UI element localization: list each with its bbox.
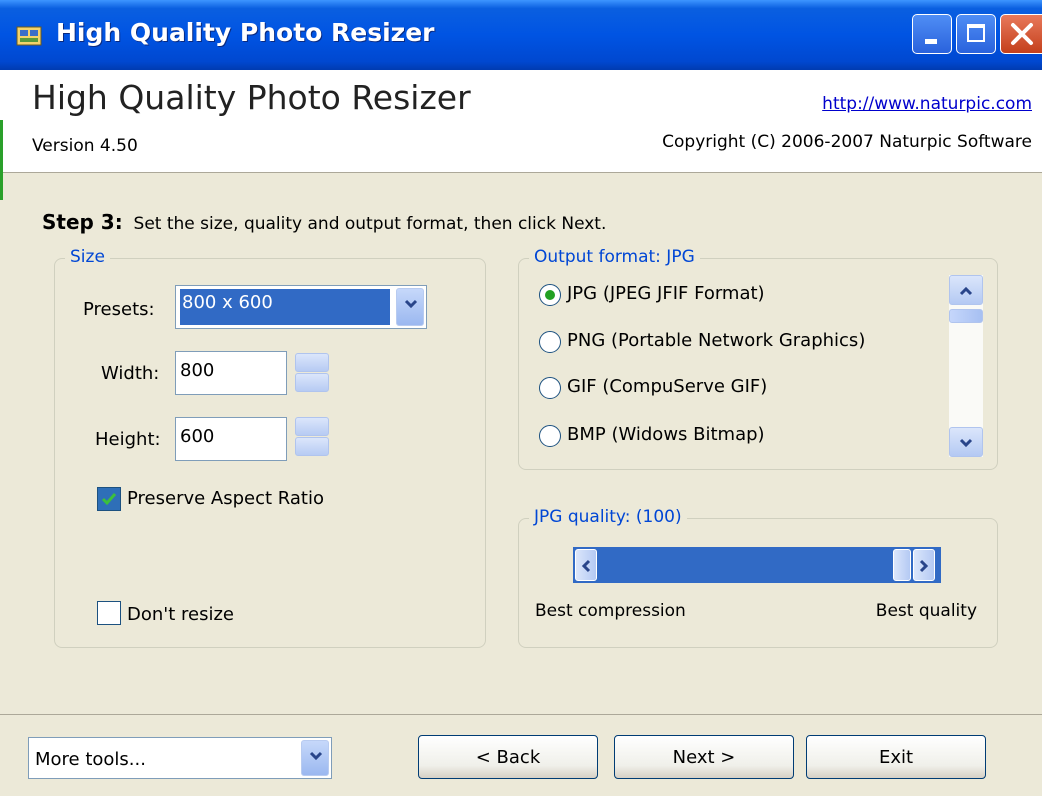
- format-radio-bmp[interactable]: [539, 425, 561, 447]
- dont-resize-label[interactable]: Don't resize: [127, 604, 234, 625]
- title-bar[interactable]: High Quality Photo Resizer: [0, 0, 1042, 70]
- scroll-up-button[interactable]: [949, 275, 983, 305]
- height-decrease-button[interactable]: [295, 437, 329, 456]
- step-instruction: Step 3: Set the size, quality and output…: [42, 210, 606, 234]
- format-list-scrollbar[interactable]: [949, 275, 983, 457]
- checkmark-icon: [101, 493, 117, 506]
- width-input[interactable]: 800: [175, 351, 287, 395]
- format-radio-gif[interactable]: [539, 377, 561, 399]
- step-label: Step 3:: [42, 210, 123, 234]
- more-tools-dropdown[interactable]: More tools...: [28, 737, 332, 779]
- format-label-gif[interactable]: GIF (CompuServe GIF): [567, 376, 767, 397]
- height-label: Height:: [95, 429, 161, 450]
- footer-bar: More tools... < Back Next > Exit: [0, 714, 1042, 796]
- height-input[interactable]: 600: [175, 417, 287, 461]
- more-tools-dropdown-arrow[interactable]: [301, 740, 329, 776]
- preserve-aspect-label[interactable]: Preserve Aspect Ratio: [127, 488, 324, 509]
- website-link[interactable]: http://www.naturpic.com: [822, 94, 1032, 114]
- format-label-jpg[interactable]: JPG (JPEG JFIF Format): [567, 283, 765, 304]
- back-button[interactable]: < Back: [418, 735, 598, 779]
- exit-button[interactable]: Exit: [806, 735, 986, 779]
- jpg-quality-slider[interactable]: [573, 547, 941, 583]
- slider-left-button[interactable]: [575, 549, 597, 581]
- next-button[interactable]: Next >: [614, 735, 794, 779]
- maximize-button[interactable]: [956, 14, 996, 54]
- width-increase-button[interactable]: [295, 353, 329, 372]
- best-quality-label: Best quality: [875, 601, 977, 621]
- jpg-quality-group: JPG quality: (100) Best compression Best…: [518, 507, 998, 648]
- scroll-thumb[interactable]: [949, 309, 983, 323]
- minimize-button[interactable]: [912, 14, 952, 54]
- step-text: Set the size, quality and output format,…: [133, 214, 607, 234]
- format-radio-jpg[interactable]: [539, 284, 561, 306]
- size-group: Size Presets: 800 x 600 Width: 800 Heigh…: [54, 247, 486, 648]
- best-compression-label: Best compression: [535, 601, 686, 621]
- presets-dropdown[interactable]: 800 x 600: [175, 285, 427, 329]
- window-edge-decoration: [0, 120, 3, 200]
- slider-thumb[interactable]: [893, 549, 911, 581]
- slider-right-button[interactable]: [913, 549, 935, 581]
- header-banner: High Quality Photo Resizer Version 4.50 …: [0, 70, 1042, 173]
- height-increase-button[interactable]: [295, 417, 329, 436]
- size-group-legend: Size: [65, 247, 110, 267]
- scroll-down-button[interactable]: [949, 427, 983, 457]
- preserve-aspect-checkbox[interactable]: [97, 487, 121, 511]
- chevron-down-icon: [959, 438, 973, 448]
- chevron-down-icon: [404, 299, 418, 309]
- chevron-right-icon: [919, 559, 929, 573]
- app-window: High Quality Photo Resizer High Quality …: [0, 0, 1042, 796]
- presets-label: Presets:: [83, 299, 155, 320]
- chevron-up-icon: [959, 286, 973, 296]
- close-button[interactable]: [1000, 14, 1042, 54]
- close-icon: [1011, 23, 1033, 45]
- more-tools-value: More tools...: [35, 749, 146, 770]
- format-label-bmp[interactable]: BMP (Widows Bitmap): [567, 424, 765, 445]
- output-format-group: Output format: JPG JPG (JPEG JFIF Format…: [518, 247, 998, 470]
- window-title: High Quality Photo Resizer: [56, 18, 435, 47]
- app-name-heading: High Quality Photo Resizer: [32, 78, 471, 117]
- format-radio-png[interactable]: [539, 331, 561, 353]
- height-stepper[interactable]: [295, 417, 329, 457]
- output-format-legend: Output format: JPG: [529, 247, 700, 267]
- dont-resize-checkbox[interactable]: [97, 601, 121, 625]
- jpg-quality-legend: JPG quality: (100): [529, 507, 687, 527]
- version-label: Version 4.50: [32, 136, 138, 156]
- chevron-down-icon: [309, 751, 323, 761]
- copyright-label: Copyright (C) 2006-2007 Naturpic Softwar…: [662, 132, 1032, 152]
- width-label: Width:: [101, 363, 160, 384]
- format-label-png[interactable]: PNG (Portable Network Graphics): [567, 330, 865, 351]
- app-icon: [16, 26, 42, 46]
- presets-selected-value: 800 x 600: [180, 289, 390, 325]
- chevron-left-icon: [581, 559, 591, 573]
- width-stepper[interactable]: [295, 353, 329, 393]
- width-decrease-button[interactable]: [295, 373, 329, 392]
- presets-dropdown-arrow[interactable]: [396, 288, 424, 326]
